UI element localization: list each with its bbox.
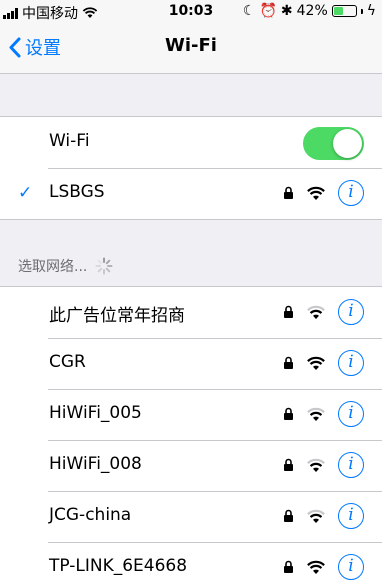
lock-icon [284, 509, 293, 522]
lock-icon [284, 356, 293, 369]
network-name: CGR [49, 352, 86, 372]
wifi-signal-icon [307, 407, 325, 421]
network-row[interactable]: HiWiFi_008 i [0, 440, 382, 491]
lock-icon [284, 407, 293, 420]
connected-network-icons: i [283, 180, 364, 206]
network-row[interactable]: JCG-china i [0, 491, 382, 542]
network-name: JCG-china [49, 505, 132, 525]
connected-network-name: LSBGS [49, 182, 105, 202]
alarm-icon: ⏰ [259, 3, 277, 19]
info-icon[interactable]: i [338, 554, 364, 580]
lock-icon [284, 458, 293, 471]
battery-percent: 42% [296, 3, 328, 19]
network-row[interactable]: TP-LINK_6E4668 i [0, 542, 382, 587]
network-icons: i [283, 452, 364, 478]
wifi-toggle-switch[interactable] [303, 127, 364, 160]
wifi-signal-icon [307, 509, 325, 523]
lock-icon [284, 305, 293, 318]
loading-spinner-icon [95, 257, 113, 275]
battery-cap [360, 8, 363, 14]
info-icon[interactable]: i [338, 180, 364, 206]
info-icon[interactable]: i [338, 452, 364, 478]
checkmark-icon: ✓ [18, 183, 33, 203]
network-name: TP-LINK_6E4668 [49, 556, 188, 576]
wifi-toggle-row: Wi-Fi [0, 117, 382, 168]
wifi-signal-icon [307, 356, 325, 370]
battery-icon [331, 5, 357, 17]
wifi-signal-icon [307, 458, 325, 472]
page-title: Wi-Fi [165, 35, 217, 56]
lock-icon [284, 560, 293, 573]
network-list: 此广告位常年招商 i CGR i HiWiFi_005 i HiWiFi_008… [0, 286, 382, 587]
network-icons: i [283, 299, 364, 325]
status-bar: 中国移动 10:03 ☾ ⏰ ✱ 42% ϟ [0, 0, 382, 22]
status-right: ☾ ⏰ ✱ 42% ϟ [243, 3, 376, 19]
connected-network-row[interactable]: ✓ LSBGS i [0, 168, 382, 219]
network-icons: i [283, 554, 364, 580]
network-name: 此广告位常年招商 [49, 306, 185, 326]
network-row[interactable]: HiWiFi_005 i [0, 389, 382, 440]
network-name: HiWiFi_008 [49, 454, 142, 474]
info-icon[interactable]: i [338, 350, 364, 376]
network-name: HiWiFi_005 [49, 403, 142, 423]
network-icons: i [283, 503, 364, 529]
lock-icon [284, 186, 293, 199]
info-icon[interactable]: i [338, 503, 364, 529]
wifi-signal-icon [307, 305, 325, 319]
wifi-toggle-label: Wi-Fi [49, 131, 90, 151]
network-row[interactable]: CGR i [0, 338, 382, 389]
network-icons: i [283, 350, 364, 376]
battery-fill [333, 7, 343, 15]
nav-bar: 设置 Wi-Fi [0, 22, 382, 74]
bluetooth-icon: ✱ [280, 3, 293, 19]
network-row[interactable]: 此广告位常年招商 i [0, 287, 382, 338]
toggle-knob [333, 129, 362, 158]
wifi-signal-icon [307, 560, 325, 574]
choose-network-label: 选取网络... [18, 259, 88, 275]
info-icon[interactable]: i [338, 299, 364, 325]
network-icons: i [283, 401, 364, 427]
info-icon[interactable]: i [338, 401, 364, 427]
wifi-signal-icon [307, 186, 325, 200]
charging-icon: ϟ [366, 3, 376, 19]
moon-icon: ☾ [242, 3, 256, 19]
section-header: 选取网络... [18, 256, 113, 276]
wifi-group: Wi-Fi ✓ LSBGS i [0, 116, 382, 220]
